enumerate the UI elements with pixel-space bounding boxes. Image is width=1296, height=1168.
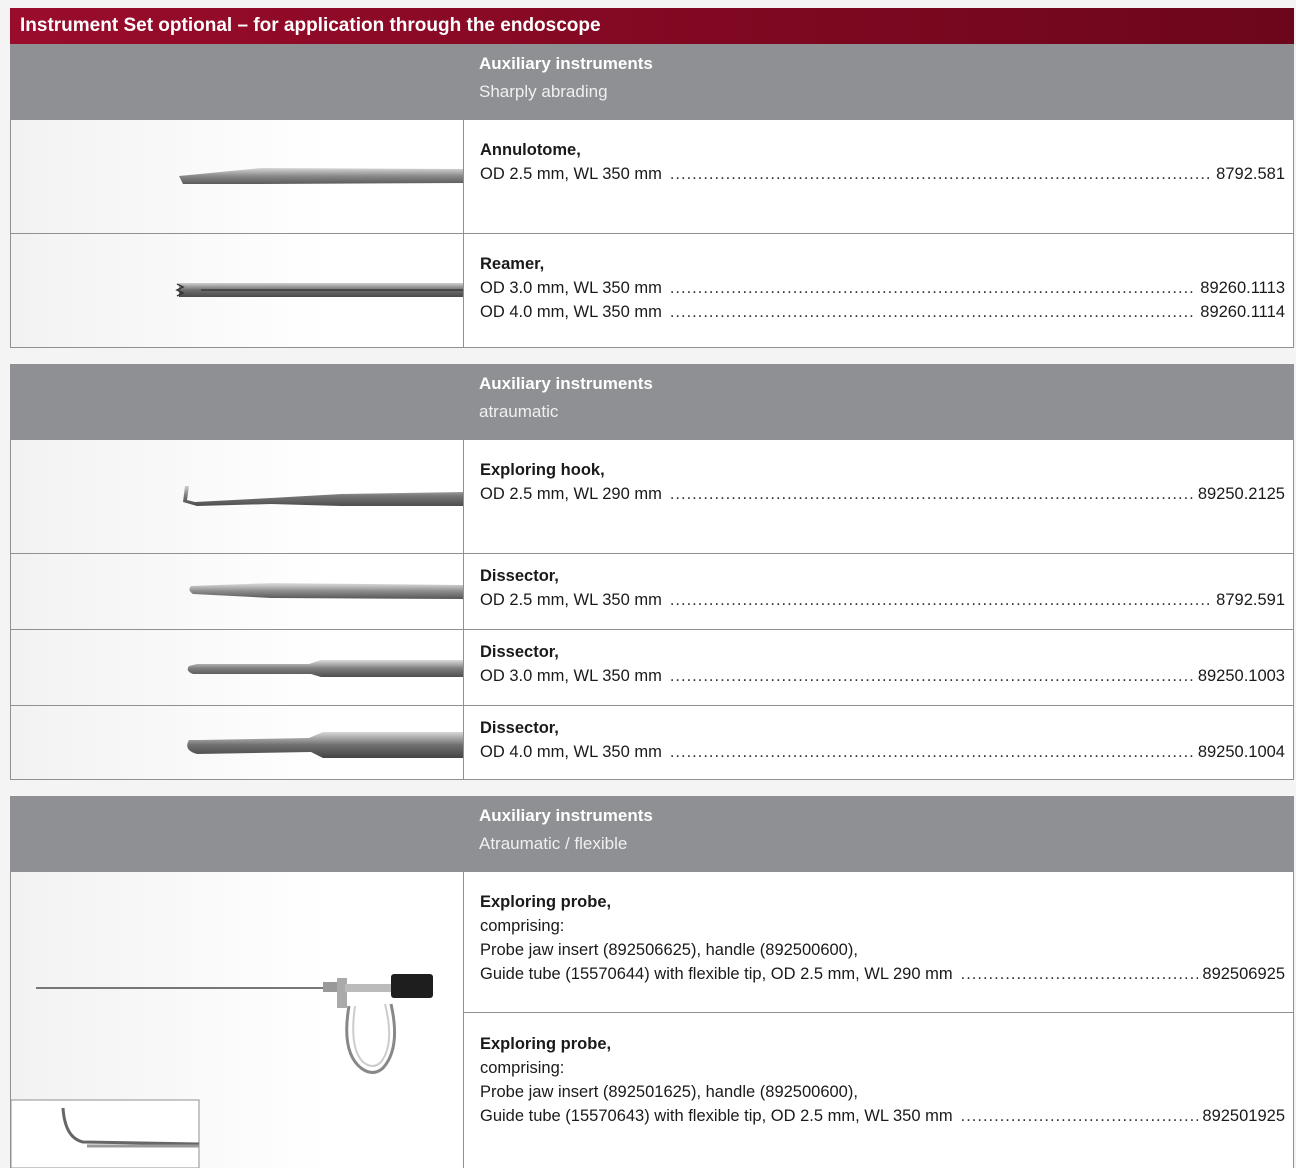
dissector-image	[11, 706, 464, 779]
product-description: Annulotome, OD 2.5 mm, WL 350 mm 8792.581	[480, 138, 1285, 186]
product-row-exploring-hook: Exploring hook, OD 2.5 mm, WL 290 mm 8925…	[10, 440, 1294, 554]
leader-dots	[670, 664, 1194, 688]
product-row-dissector-3-0: Dissector, OD 3.0 mm, WL 350 mm 89250.100…	[10, 630, 1294, 706]
section-header-sharply-abrading: Auxiliary instruments Sharply abrading	[10, 44, 1294, 120]
product-row-annulotome: Annulotome, OD 2.5 mm, WL 350 mm 8792.581	[10, 120, 1294, 234]
parts-text: Probe jaw insert (892501625), handle (89…	[480, 1083, 858, 1101]
spec-text: OD 4.0 mm, WL 350 mm	[480, 303, 662, 321]
section-header-atraumatic: Auxiliary instruments atraumatic	[10, 364, 1294, 440]
page-title: Instrument Set optional – for applicatio…	[20, 15, 601, 36]
order-code: 892506925	[1202, 965, 1285, 983]
section-title: Auxiliary instruments	[479, 806, 653, 825]
product-name: Dissector,	[480, 643, 559, 661]
spec-line: OD 3.0 mm, WL 350 mm 89250.1003	[480, 664, 1285, 688]
section-subtitle: atraumatic	[479, 402, 559, 421]
product-name: Exploring hook,	[480, 461, 605, 479]
product-name: Dissector,	[480, 719, 559, 737]
product-row-dissector-2-5: Dissector, OD 2.5 mm, WL 350 mm 8792.591	[10, 554, 1294, 630]
section-title: Auxiliary instruments	[479, 54, 653, 73]
order-code: 89260.1113	[1200, 279, 1285, 297]
spec-text: OD 3.0 mm, WL 350 mm	[480, 667, 662, 685]
order-code: 8792.591	[1216, 591, 1285, 609]
spec-text: OD 3.0 mm, WL 350 mm	[480, 279, 662, 297]
product-description: Exploring hook, OD 2.5 mm, WL 290 mm 8925…	[480, 458, 1285, 506]
spec-text: OD 2.5 mm, WL 350 mm	[480, 165, 662, 183]
dissector-image	[11, 554, 464, 629]
section-header-atraumatic-flexible: Auxiliary instruments Atraumatic / flexi…	[10, 796, 1294, 872]
leader-dots	[670, 740, 1194, 764]
spec-line: OD 4.0 mm, WL 350 mm 89260.1114	[480, 300, 1285, 324]
order-code: 892501925	[1202, 1107, 1285, 1125]
product-row-dissector-4-0: Dissector, OD 4.0 mm, WL 350 mm 89250.100…	[10, 706, 1294, 780]
spec-line: OD 2.5 mm, WL 350 mm 8792.581	[480, 162, 1285, 186]
order-code: 89250.2125	[1197, 485, 1285, 503]
order-code: 89250.1004	[1197, 743, 1285, 761]
spec-line: OD 3.0 mm, WL 350 mm 89260.1113	[480, 276, 1285, 300]
section-subtitle: Atraumatic / flexible	[479, 834, 628, 853]
exploring-probe-image	[11, 872, 464, 1168]
leader-dots	[670, 162, 1212, 186]
order-code: 89250.1003	[1197, 667, 1285, 685]
page-title-bar: Instrument Set optional – for applicatio…	[10, 8, 1294, 44]
spec-text: OD 4.0 mm, WL 350 mm	[480, 743, 662, 761]
spec-text: OD 2.5 mm, WL 350 mm	[480, 591, 662, 609]
product-row-exploring-probe: Exploring probe, comprising: Probe jaw i…	[10, 872, 1294, 1168]
spec-line: Guide tube (15570644) with flexible tip,…	[480, 962, 1285, 986]
comprising-label: comprising:	[480, 917, 565, 935]
product-row-reamer: Reamer, OD 3.0 mm, WL 350 mm 89260.1113 O…	[10, 234, 1294, 348]
spec-text: Guide tube (15570643) with flexible tip,…	[480, 1107, 953, 1125]
spec-line: OD 2.5 mm, WL 350 mm 8792.591	[480, 588, 1285, 612]
leader-dots	[670, 276, 1196, 300]
product-description: Dissector, OD 4.0 mm, WL 350 mm 89250.100…	[480, 716, 1285, 764]
section-subtitle: Sharply abrading	[479, 82, 608, 101]
dissector-image	[11, 630, 464, 705]
product-name: Exploring probe,	[480, 1035, 612, 1053]
product-description: Dissector, OD 3.0 mm, WL 350 mm 89250.100…	[480, 640, 1285, 688]
leader-dots	[961, 1104, 1199, 1128]
product-name: Reamer,	[480, 255, 545, 273]
spec-text: Guide tube (15570644) with flexible tip,…	[480, 965, 953, 983]
spec-line: OD 4.0 mm, WL 350 mm 89250.1004	[480, 740, 1285, 764]
leader-dots	[670, 482, 1194, 506]
parts-text: Probe jaw insert (892506625), handle (89…	[480, 941, 858, 959]
product-description: Reamer, OD 3.0 mm, WL 350 mm 89260.1113 O…	[480, 252, 1285, 324]
spec-line: Guide tube (15570643) with flexible tip,…	[480, 1104, 1285, 1128]
spec-text: OD 2.5 mm, WL 290 mm	[480, 485, 662, 503]
spec-line: OD 2.5 mm, WL 290 mm 89250.2125	[480, 482, 1285, 506]
annulotome-image	[11, 120, 464, 233]
leader-dots	[670, 588, 1212, 612]
product-name: Dissector,	[480, 567, 559, 585]
product-name: Exploring probe,	[480, 893, 612, 911]
product-description: Exploring probe, comprising: Probe jaw i…	[480, 890, 1285, 986]
product-name: Annulotome,	[480, 141, 581, 159]
row-divider	[464, 1012, 1293, 1013]
section-title: Auxiliary instruments	[479, 374, 653, 393]
product-description: Exploring probe, comprising: Probe jaw i…	[480, 1032, 1285, 1128]
order-code: 89260.1114	[1200, 303, 1285, 321]
leader-dots	[961, 962, 1199, 986]
comprising-label: comprising:	[480, 1059, 565, 1077]
reamer-image	[11, 234, 464, 347]
product-description: Dissector, OD 2.5 mm, WL 350 mm 8792.591	[480, 564, 1285, 612]
leader-dots	[670, 300, 1196, 324]
order-code: 8792.581	[1216, 165, 1285, 183]
exploring-hook-image	[11, 440, 464, 553]
